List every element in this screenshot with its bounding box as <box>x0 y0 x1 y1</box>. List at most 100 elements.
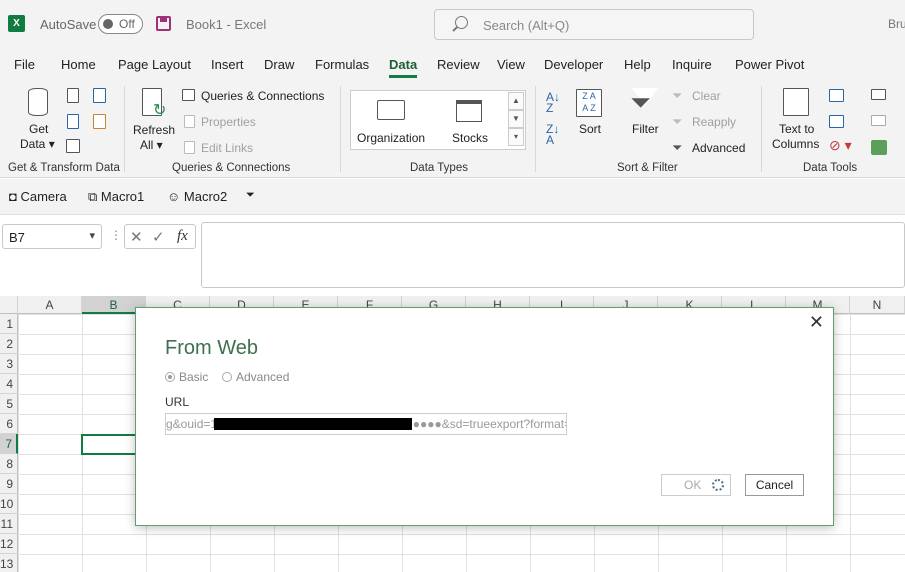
row-header[interactable]: 13 <box>0 554 18 572</box>
autosave-toggle[interactable]: Off <box>98 14 143 34</box>
tab-developer[interactable]: Developer <box>544 57 603 72</box>
scroll-up-icon[interactable]: ▲ <box>508 92 524 110</box>
url-input[interactable]: g&ouid=1●●●●●●●●●●●●●●●●●●●●●●●●●●●●●●●&… <box>165 413 567 435</box>
select-all-corner[interactable] <box>0 296 18 314</box>
tab-home[interactable]: Home <box>61 57 96 72</box>
radio-unselected-icon <box>222 372 232 382</box>
macro2-icon: ☺ <box>167 189 181 204</box>
edit-links-icon <box>184 141 195 154</box>
tab-draw[interactable]: Draw <box>264 57 294 72</box>
row-header[interactable]: 3 <box>0 354 18 374</box>
tab-review[interactable]: Review <box>437 57 480 72</box>
refresh-all-button[interactable]: All ▾ <box>140 138 163 152</box>
more-options-icon: ⋮ <box>110 228 122 242</box>
edit-links-button[interactable]: Edit Links <box>201 141 253 155</box>
row-header[interactable]: 8 <box>0 454 18 474</box>
get-data-label[interactable]: Get <box>29 122 48 136</box>
filter-button[interactable]: Filter <box>632 122 659 136</box>
manage-data-model-icon[interactable] <box>871 140 887 155</box>
column-header[interactable]: N <box>850 296 905 314</box>
title-bar: X AutoSave Off Book1 - Excel Search (Alt… <box>0 0 905 50</box>
toggle-knob-icon <box>103 19 113 29</box>
tab-inquire[interactable]: Inquire <box>672 57 712 72</box>
tab-formulas[interactable]: Formulas <box>315 57 369 72</box>
text-to-label[interactable]: Text to <box>779 122 814 136</box>
macro1-button[interactable]: ⧉ Macro1 <box>88 189 144 205</box>
data-validation-icon[interactable]: ⊘ ▾ <box>829 137 852 154</box>
macro1-icon: ⧉ <box>88 189 98 204</box>
formula-input[interactable] <box>201 222 905 288</box>
close-icon[interactable]: ✕ <box>809 312 824 333</box>
flash-fill-icon[interactable] <box>829 89 844 102</box>
user-name[interactable]: Bru <box>888 17 905 31</box>
advanced-radio[interactable]: Advanced <box>222 370 289 384</box>
advanced-filter-icon: ⏷ <box>672 140 683 155</box>
row-header[interactable]: 6 <box>0 414 18 434</box>
basic-radio[interactable]: Basic <box>165 370 208 384</box>
cancel-button[interactable]: Cancel <box>745 474 804 496</box>
tab-data[interactable]: Data <box>389 57 418 78</box>
data-types-gallery: Organization Stocks <box>350 90 526 150</box>
organization-button[interactable]: Organization <box>357 131 425 145</box>
text-to-columns-icon <box>783 88 809 116</box>
stocks-button[interactable]: Stocks <box>452 131 488 145</box>
advanced-button[interactable]: Advanced <box>692 141 745 155</box>
reapply-button[interactable]: Reapply <box>692 115 736 129</box>
row-header[interactable]: 4 <box>0 374 18 394</box>
cancel-icon[interactable]: ✕ <box>130 228 143 246</box>
formula-bar: B7 ▾ ⋮ ✕ ✓ fx <box>0 216 905 296</box>
tab-file[interactable]: File <box>14 57 35 72</box>
row-header[interactable]: 1 <box>0 314 18 334</box>
tab-page-layout[interactable]: Page Layout <box>118 57 191 72</box>
row-header[interactable]: 7 <box>0 434 18 454</box>
text-to-columns-button[interactable]: Columns <box>772 137 819 151</box>
queries-connections-button[interactable]: Queries & Connections <box>201 89 324 103</box>
relationships-icon[interactable] <box>871 115 886 126</box>
group-data-types: Data Types <box>410 162 468 174</box>
separator <box>761 86 762 172</box>
row-header[interactable]: 12 <box>0 534 18 554</box>
row-header[interactable]: 11 <box>0 514 18 534</box>
clear-button[interactable]: Clear <box>692 89 721 103</box>
from-text-icon[interactable] <box>67 88 79 103</box>
tab-view[interactable]: View <box>497 57 525 72</box>
camera-button[interactable]: ◘ Camera <box>9 189 67 204</box>
save-icon[interactable] <box>156 16 171 31</box>
customize-qat-icon[interactable]: ⏷ <box>246 189 255 202</box>
consolidate-icon[interactable] <box>871 89 886 100</box>
macro2-label: Macro2 <box>183 189 228 204</box>
group-data-tools: Data Tools <box>803 162 858 174</box>
camera-icon: ◘ <box>9 189 17 204</box>
properties-button[interactable]: Properties <box>201 115 256 129</box>
remove-duplicates-icon[interactable] <box>829 115 844 128</box>
sort-a-z-icon[interactable]: A↓ Z <box>546 91 560 114</box>
row-header[interactable]: 5 <box>0 394 18 414</box>
properties-icon <box>184 115 195 128</box>
get-data-button[interactable]: Data ▾ <box>20 137 55 151</box>
tab-power-pivot[interactable]: Power Pivot <box>735 57 804 72</box>
refresh-label[interactable]: Refresh <box>133 123 175 137</box>
row-header[interactable]: 9 <box>0 474 18 494</box>
sort-z-a-icon[interactable]: Z↓ A <box>546 123 559 146</box>
recent-sources-icon[interactable] <box>93 114 106 129</box>
column-header[interactable]: A <box>18 296 82 314</box>
existing-connections-icon[interactable] <box>66 139 80 153</box>
macro2-button[interactable]: ☺ Macro2 <box>167 189 227 204</box>
ok-button[interactable]: OK <box>661 474 731 496</box>
search-input[interactable]: Search (Alt+Q) <box>434 9 754 40</box>
row-header[interactable]: 10 <box>0 494 18 514</box>
from-web-icon[interactable] <box>93 88 106 103</box>
enter-icon[interactable]: ✓ <box>152 228 165 246</box>
insert-function-icon[interactable]: fx <box>177 228 188 245</box>
from-table-icon[interactable] <box>67 114 79 129</box>
separator <box>340 86 341 172</box>
gallery-more-icon[interactable]: ▾ <box>508 128 524 146</box>
tab-help[interactable]: Help <box>624 57 651 72</box>
sort-button[interactable]: Sort <box>579 122 601 136</box>
tab-insert[interactable]: Insert <box>211 57 244 72</box>
search-icon <box>455 16 468 29</box>
separator <box>535 86 536 172</box>
row-header[interactable]: 2 <box>0 334 18 354</box>
name-box[interactable]: B7 ▾ <box>2 224 102 249</box>
scroll-down-icon[interactable]: ▼ <box>508 110 524 128</box>
